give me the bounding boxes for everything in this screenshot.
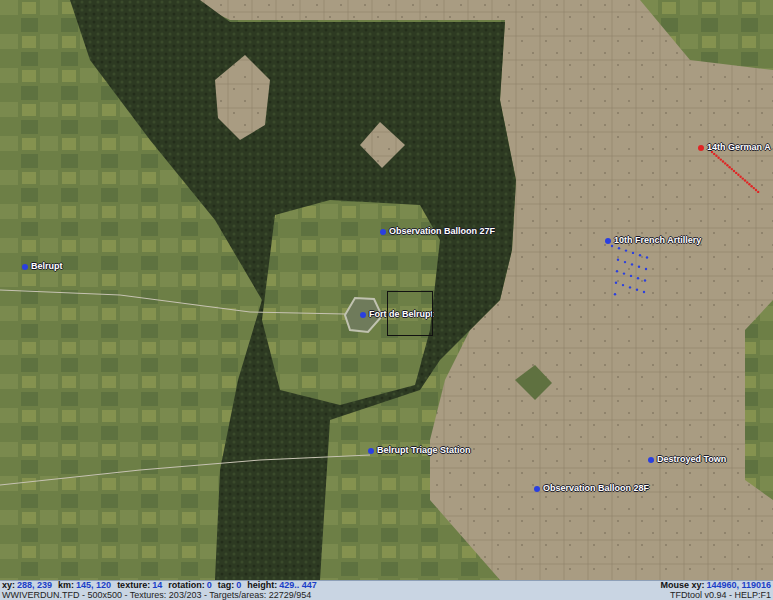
- file-info: WWIVERDUN.TFD - 500x500 - Textures: 203/…: [2, 591, 311, 600]
- pin-dot-icon: [368, 448, 374, 454]
- field-label: xy:: [2, 580, 15, 590]
- field-value: 288, 239: [17, 580, 52, 590]
- field-label: Mouse xy:: [660, 580, 704, 590]
- pin-dot-icon: [380, 229, 386, 235]
- pin-dot-icon: [698, 145, 704, 151]
- field-label: tag:: [218, 580, 235, 590]
- status-field: rotation:0: [168, 581, 212, 591]
- status-bar: xy:288, 239 km:145, 120 texture:14 rotation…: [0, 580, 773, 600]
- pin-label: Observation Balloon 27F: [388, 226, 496, 237]
- selection-box: [387, 291, 433, 336]
- map-pin[interactable]: Fort de Belrupt: [360, 309, 435, 320]
- status-field: tag:0: [218, 581, 242, 591]
- pin-label: 14th German A: [706, 142, 772, 153]
- pin-dot-icon: [22, 264, 28, 270]
- map-pin[interactable]: Observation Balloon 28F: [534, 483, 650, 494]
- field-label: km:: [58, 580, 74, 590]
- pin-label: Belrupt: [30, 261, 64, 272]
- field-value: 145, 120: [76, 580, 111, 590]
- pin-label: Observation Balloon 28F: [542, 483, 650, 494]
- pin-dot-icon: [360, 312, 366, 318]
- field-value: 0: [236, 580, 241, 590]
- pin-label: Fort de Belrupt: [368, 309, 435, 320]
- map-pin[interactable]: Destroyed Town: [648, 454, 727, 465]
- map-pin[interactable]: 10th French Artillery: [605, 235, 702, 246]
- map-pin[interactable]: Belrupt: [22, 261, 64, 272]
- status-field: height:429.. 447: [247, 581, 317, 591]
- pin-dot-icon: [648, 457, 654, 463]
- field-label: height:: [247, 580, 277, 590]
- app-version: TFDtool v0.94 - HELP:F1: [670, 591, 771, 600]
- map-pin[interactable]: 14th German A: [698, 142, 772, 153]
- pin-label: 10th French Artillery: [613, 235, 702, 246]
- terrain: [0, 0, 773, 580]
- status-field: km:145, 120: [58, 581, 111, 591]
- field-label: rotation:: [168, 580, 205, 590]
- map-view[interactable]: 14th German A 10th French Artillery Observ…: [0, 0, 773, 580]
- status-field: texture:14: [117, 581, 162, 591]
- pin-label: Destroyed Town: [656, 454, 727, 465]
- field-value: 429.. 447: [279, 580, 317, 590]
- map-pin[interactable]: Observation Balloon 27F: [380, 226, 496, 237]
- status-field: Mouse xy:144960, 119016: [660, 581, 771, 591]
- field-value: 144960, 119016: [706, 580, 771, 590]
- field-value: 0: [207, 580, 212, 590]
- pin-dot-icon: [605, 238, 611, 244]
- pin-label: Belrupt Triage Station: [376, 445, 472, 456]
- status-field: xy:288, 239: [2, 581, 52, 591]
- field-value: 14: [152, 580, 162, 590]
- pin-dot-icon: [534, 486, 540, 492]
- map-pin[interactable]: Belrupt Triage Station: [368, 445, 472, 456]
- field-label: texture:: [117, 580, 150, 590]
